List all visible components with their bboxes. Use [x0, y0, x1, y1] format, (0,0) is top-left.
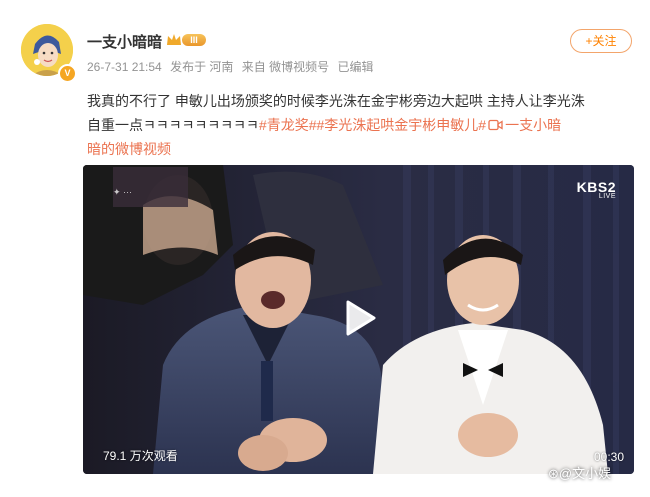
edited-label[interactable]: 已编辑: [337, 60, 373, 74]
svg-text:✦ ···: ✦ ···: [113, 187, 132, 197]
topic-link-lee-kwang-soo[interactable]: #李光洙起哄金宇彬申敏儿#: [317, 117, 487, 133]
channel-logo: KBS2 LIVE: [577, 179, 616, 200]
watermark: ⊛@文小娱: [548, 466, 612, 481]
post-text-line1: 我真的不行了 申敏儿出场颁奖的时候李光洙在金宇彬旁边大起哄 主持人让李光洙: [87, 93, 585, 109]
post-text-line3[interactable]: 暗的微博视频: [87, 137, 635, 161]
post-location: 发布于 河南: [170, 60, 234, 74]
video-link-icon: [488, 119, 503, 131]
topic-link-qinglong[interactable]: #青龙奖#: [259, 117, 317, 133]
play-icon[interactable]: [338, 298, 378, 338]
level-badge: III: [182, 34, 206, 46]
post-text-plain: 自重一点ㅋㅋㅋㅋㅋㅋㅋㅋㅋ: [87, 117, 259, 133]
post-meta: 26-7-31 21:54 发布于 河南 来自 微博视频号 已编辑: [87, 58, 378, 75]
video-link-text: 一支小暗: [505, 117, 562, 133]
username[interactable]: 一支小暗暗: [87, 31, 162, 52]
weibo-post-card: V 一支小暗暗 III 26-7-31 21:54 发布于 河南 来自 微博视频…: [0, 0, 650, 497]
post-text: 我真的不行了 申敏儿出场颁奖的时候李光洙在金宇彬旁边大起哄 主持人让李光洙 自重…: [87, 89, 635, 161]
post-source[interactable]: 来自 微博视频号: [242, 60, 329, 74]
view-count: 79.1 万次观看: [103, 449, 178, 463]
post-time[interactable]: 26-7-31 21:54: [87, 60, 162, 74]
verified-badge: V: [58, 64, 77, 83]
video-player[interactable]: ✦ ··· KBS2 LIVE 79.1 万次观看 00:30: [83, 165, 634, 474]
follow-button[interactable]: +关注: [570, 29, 632, 53]
video-duration: 00:30: [593, 450, 624, 464]
video-link[interactable]: 一支小暗: [486, 117, 561, 133]
post-text-line2: 自重一点ㅋㅋㅋㅋㅋㅋㅋㅋㅋ#青龙奖##李光洙起哄金宇彬申敏儿# 一支小暗: [87, 113, 635, 137]
crown-icon: [167, 34, 181, 45]
